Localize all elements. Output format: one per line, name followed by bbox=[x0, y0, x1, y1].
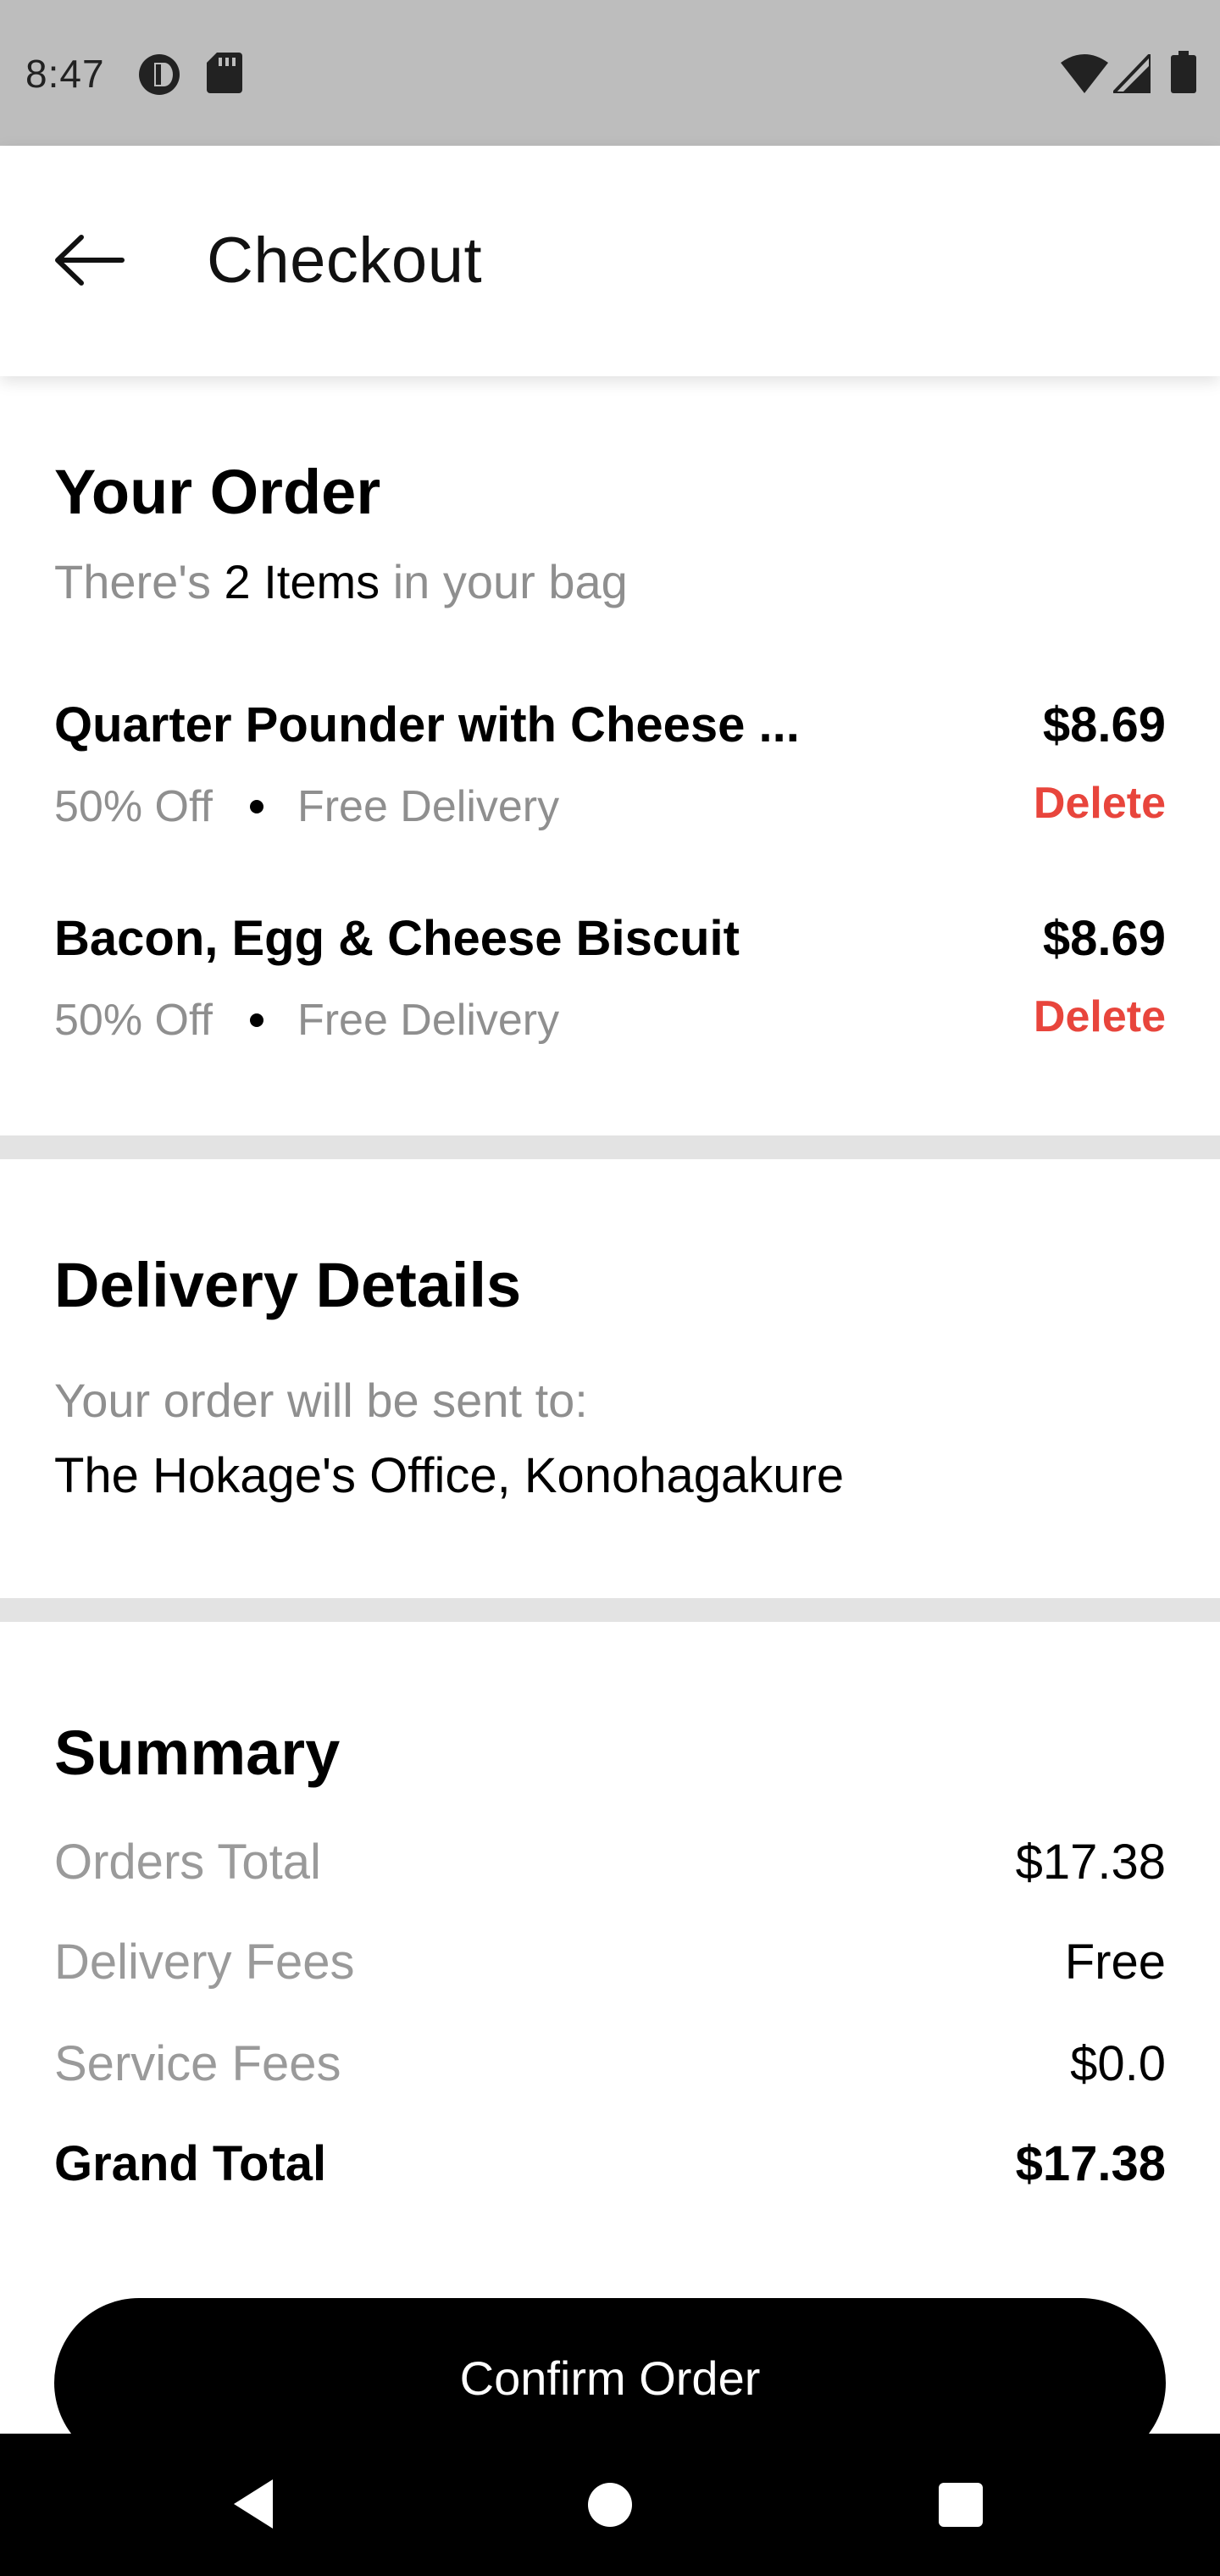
data-saver-icon bbox=[139, 54, 180, 95]
summary-label: Orders Total bbox=[54, 1835, 321, 1890]
delivery-section: Delivery Details Your order will be sent… bbox=[0, 1159, 1220, 1598]
wifi-icon bbox=[1061, 54, 1108, 93]
item-meta: 50% Off Free Delivery bbox=[54, 781, 559, 832]
bullet-icon bbox=[249, 1013, 263, 1027]
order-heading: Your Order bbox=[54, 457, 381, 527]
section-divider bbox=[0, 1598, 1220, 1622]
nav-recents-icon[interactable] bbox=[939, 2483, 983, 2527]
summary-value: $17.38 bbox=[1015, 1835, 1166, 1890]
summary-label: Delivery Fees bbox=[54, 1935, 355, 1990]
item-name: Quarter Pounder with Cheese ... bbox=[54, 697, 800, 752]
status-time: 8:47 bbox=[25, 52, 105, 96]
signal-icon bbox=[1113, 54, 1151, 93]
item-name: Bacon, Egg & Cheese Biscuit bbox=[54, 911, 740, 966]
item-discount: 50% Off bbox=[54, 782, 213, 831]
arrow-left-icon bbox=[55, 235, 125, 286]
nav-back-icon[interactable] bbox=[229, 2476, 280, 2532]
item-count-suffix: in your bag bbox=[392, 555, 628, 608]
summary-value: $0.0 bbox=[1070, 2036, 1166, 2091]
item-count-line: There's 2 Items in your bag bbox=[54, 554, 628, 609]
summary-value: Free bbox=[1064, 1935, 1166, 1990]
delete-button[interactable]: Delete bbox=[1034, 991, 1166, 1042]
status-bar: 8:47 bbox=[0, 0, 1220, 146]
item-meta: 50% Off Free Delivery bbox=[54, 995, 559, 1046]
delete-button[interactable]: Delete bbox=[1034, 778, 1166, 829]
order-section: Your Order There's 2 Items in your bag Q… bbox=[0, 376, 1220, 1135]
item-count: 2 Items bbox=[224, 555, 380, 608]
summary-heading: Summary bbox=[54, 1718, 341, 1788]
summary-label: Service Fees bbox=[54, 2036, 341, 2091]
summary-value: $17.38 bbox=[1015, 2136, 1166, 2191]
page-title: Checkout bbox=[207, 225, 483, 297]
item-price: $8.69 bbox=[1042, 697, 1166, 752]
sd-card-icon bbox=[207, 53, 242, 93]
app-header: Checkout bbox=[0, 146, 1220, 376]
section-divider bbox=[0, 1135, 1220, 1159]
delivery-label: Your order will be sent to: bbox=[54, 1374, 588, 1427]
nav-home-icon[interactable] bbox=[588, 2483, 632, 2527]
summary-label: Grand Total bbox=[54, 2136, 327, 2191]
delivery-heading: Delivery Details bbox=[54, 1250, 522, 1320]
item-discount: 50% Off bbox=[54, 996, 213, 1045]
battery-icon bbox=[1171, 51, 1196, 93]
delivery-address: The Hokage's Office, Konohagakure bbox=[54, 1448, 845, 1503]
back-button[interactable] bbox=[51, 222, 144, 298]
item-count-prefix: There's bbox=[54, 555, 211, 608]
bullet-icon bbox=[249, 800, 263, 813]
item-delivery: Free Delivery bbox=[297, 996, 560, 1045]
system-nav-bar bbox=[0, 2434, 1220, 2576]
item-delivery: Free Delivery bbox=[297, 782, 560, 831]
item-price: $8.69 bbox=[1042, 911, 1166, 966]
